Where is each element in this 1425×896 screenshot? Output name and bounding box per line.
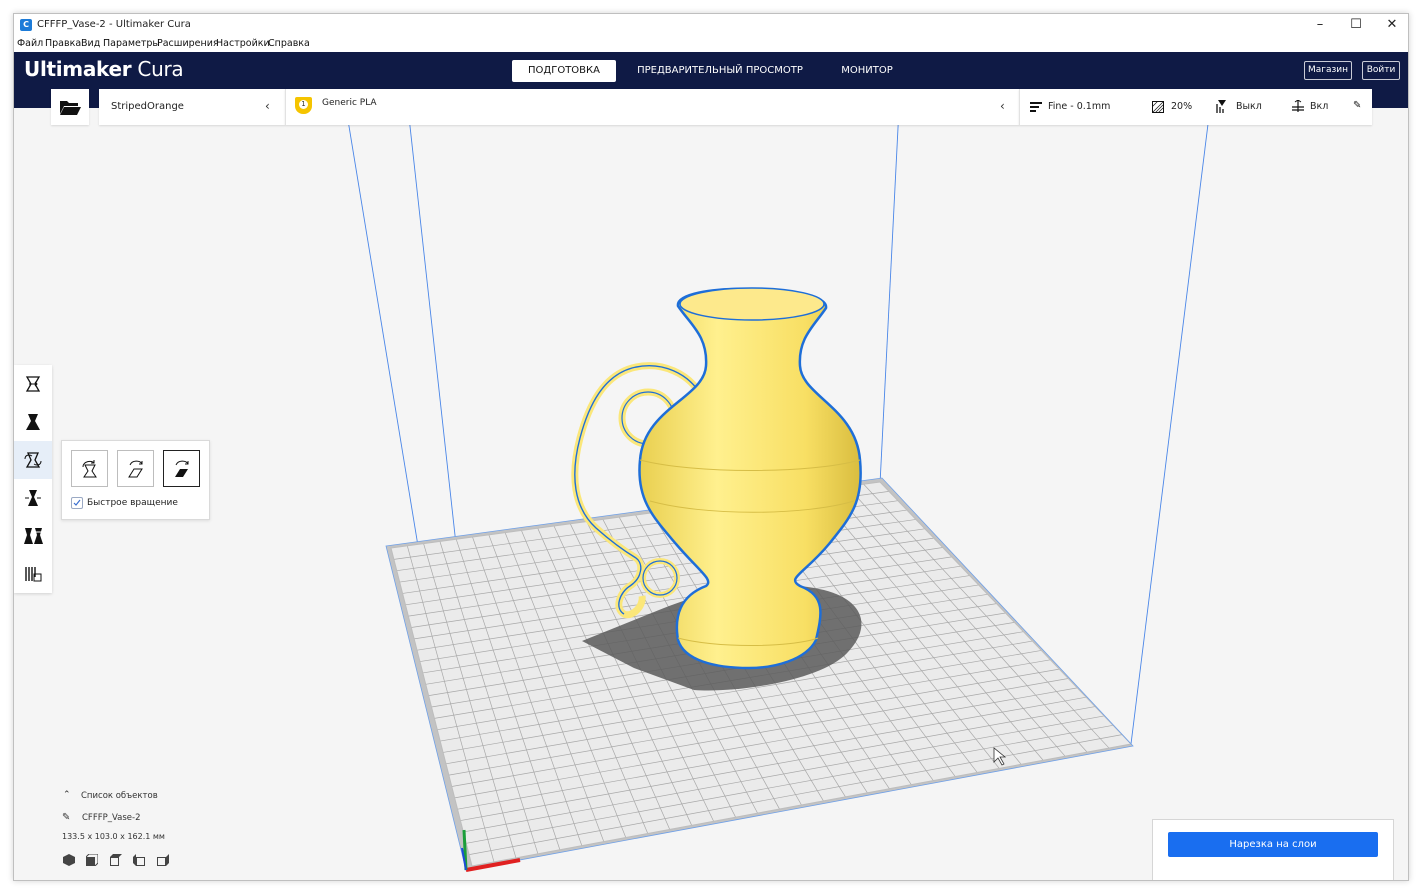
title-bar: C CFFFP_Vase-2 - Ultimaker Cura – ☐ ✕ <box>14 14 1408 36</box>
signin-button[interactable]: Войти <box>1362 61 1400 80</box>
chevron-left-icon: ‹ <box>265 99 270 113</box>
left-view-icon[interactable] <box>133 854 145 866</box>
rotate-tool-button[interactable] <box>14 441 52 479</box>
window-title: CFFFP_Vase-2 - Ultimaker Cura <box>37 19 191 30</box>
marketplace-button[interactable]: Магазин <box>1304 61 1352 80</box>
scale-tool-icon <box>26 414 40 430</box>
close-button[interactable]: ✕ <box>1374 14 1408 36</box>
cura-app-icon: C <box>20 19 32 31</box>
folder-open-icon <box>60 101 81 115</box>
build-volume-scene[interactable] <box>14 107 1409 881</box>
support-icon <box>1216 100 1226 113</box>
checkmark-icon <box>73 499 81 506</box>
3d-view-icon[interactable] <box>63 854 75 866</box>
view-orientation-controls <box>63 854 175 868</box>
menu-extensions[interactable]: Расширения <box>157 38 219 49</box>
logo-light-text: Cura <box>137 57 184 81</box>
mirror-tool-icon <box>25 490 41 506</box>
maximize-button[interactable]: ☐ <box>1338 14 1374 36</box>
tool-bar <box>14 365 52 593</box>
move-tool-icon <box>25 376 41 392</box>
scale-tool-button[interactable] <box>14 403 52 441</box>
logo-bold-text: Ultimaker <box>24 57 132 81</box>
reset-rotation-icon <box>82 460 97 478</box>
move-tool-button[interactable] <box>14 365 52 403</box>
select-face-icon <box>175 460 189 477</box>
tab-monitor[interactable]: МОНИТОР <box>826 60 908 82</box>
menu-file[interactable]: Файл <box>17 38 43 49</box>
print-settings-selector[interactable]: Fine - 0.1mm 20% Выкл Вкл ✎ <box>1019 89 1372 125</box>
adhesion-value: Вкл <box>1310 101 1329 112</box>
slice-button[interactable]: Нарезка на слои <box>1168 832 1378 857</box>
printer-selector[interactable]: StripedOrange ‹ <box>99 89 285 125</box>
chevron-left-icon: ‹ <box>1000 99 1005 113</box>
reset-rotation-button[interactable] <box>71 450 108 487</box>
profile-label: Fine - 0.1mm <box>1048 101 1111 112</box>
menu-settings[interactable]: Параметры <box>103 38 160 49</box>
rotate-options-panel: Быстрое вращение <box>61 440 210 520</box>
tab-prepare[interactable]: ПОДГОТОВКА <box>512 60 616 82</box>
right-view-icon[interactable] <box>157 854 169 866</box>
ultimaker-cura-logo: Ultimaker Cura <box>24 57 184 81</box>
vase-model[interactable] <box>571 287 862 670</box>
pencil-icon: ✎ <box>62 812 71 823</box>
lay-flat-button[interactable] <box>117 450 154 487</box>
extruder-number: 1 <box>299 100 308 109</box>
per-model-settings-button[interactable] <box>14 517 52 555</box>
menu-bar: Файл Правка Вид Параметры Расширения Нас… <box>14 36 1408 52</box>
infill-icon <box>1152 101 1164 113</box>
extruder-icon: 1 <box>295 97 312 114</box>
infill-value: 20% <box>1171 101 1193 112</box>
support-value: Выкл <box>1236 101 1262 112</box>
support-blocker-button[interactable] <box>14 555 52 593</box>
adhesion-icon <box>1292 100 1304 112</box>
printer-name: StripedOrange <box>111 101 184 112</box>
top-view-icon[interactable] <box>110 854 122 866</box>
material-name: Generic PLA <box>322 98 377 108</box>
object-name[interactable]: CFFFP_Vase-2 <box>82 813 140 823</box>
mirror-tool-button[interactable] <box>14 479 52 517</box>
open-file-button[interactable] <box>51 89 89 125</box>
menu-edit[interactable]: Правка <box>45 38 81 49</box>
menu-view[interactable]: Вид <box>81 38 100 49</box>
pencil-icon[interactable]: ✎ <box>1353 100 1361 111</box>
material-selector[interactable]: 1 Generic PLA ‹ <box>285 89 1019 125</box>
support-blocker-icon <box>25 567 42 582</box>
rotate-tool-icon <box>24 452 42 468</box>
action-panel: Нарезка на слои <box>1152 819 1394 880</box>
minimize-button[interactable]: – <box>1302 14 1338 36</box>
snap-rotation-label: Быстрое вращение <box>87 498 178 508</box>
select-face-to-align-button[interactable] <box>163 450 200 487</box>
menu-help[interactable]: Справка <box>268 38 310 49</box>
object-list-header[interactable]: Список объектов <box>81 791 158 801</box>
application-window: C CFFFP_Vase-2 - Ultimaker Cura – ☐ ✕ Фа… <box>13 13 1409 881</box>
object-dimensions: 133.5 x 103.0 x 162.1 мм <box>62 832 165 841</box>
tab-preview[interactable]: ПРЕДВАРИТЕЛЬНЫЙ ПРОСМОТР <box>628 60 812 82</box>
profile-icon <box>1030 102 1042 112</box>
per-model-settings-icon <box>24 528 44 544</box>
chevron-up-icon[interactable]: ⌃ <box>63 790 71 800</box>
3d-viewport[interactable] <box>14 107 1409 881</box>
lay-flat-icon <box>128 460 143 478</box>
snap-rotation-checkbox[interactable] <box>71 497 83 509</box>
front-view-icon[interactable] <box>86 854 98 866</box>
menu-preferences[interactable]: Настройки <box>216 38 270 49</box>
